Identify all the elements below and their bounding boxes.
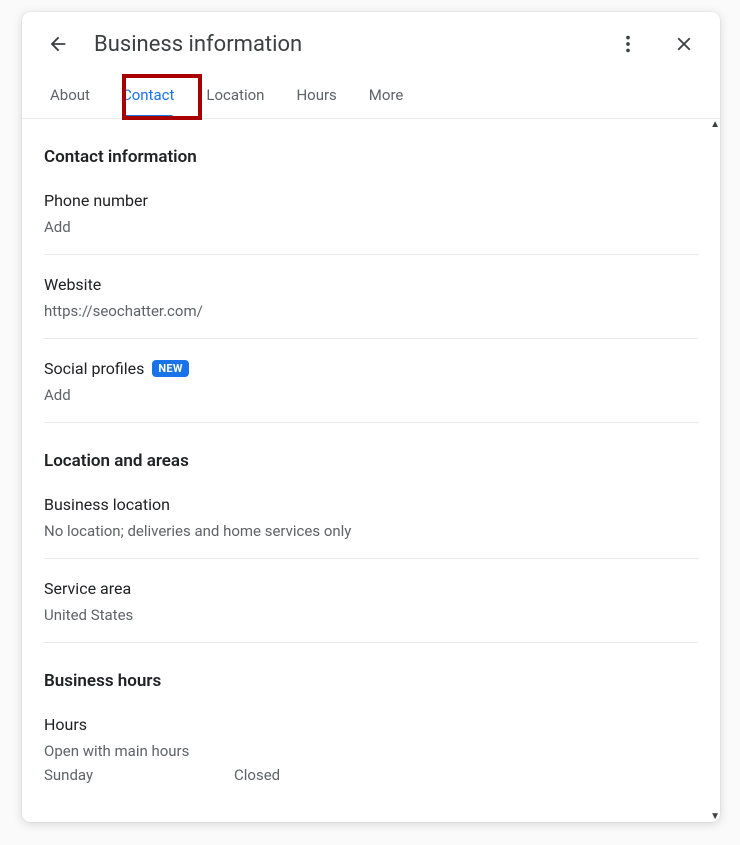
dialog-title: Business information [94, 32, 592, 57]
tab-location[interactable]: Location [190, 72, 280, 118]
tab-more[interactable]: More [353, 72, 420, 118]
field-social-profiles[interactable]: Social profiles NEW Add [44, 355, 698, 423]
field-value: Add [44, 218, 698, 236]
field-value: https://seochatter.com/ [44, 302, 698, 320]
new-badge: NEW [152, 360, 188, 377]
field-phone-number[interactable]: Phone number Add [44, 187, 698, 255]
tab-hours[interactable]: Hours [280, 72, 352, 118]
field-hours[interactable]: Hours Open with main hours Sunday Closed [44, 711, 698, 790]
field-label: Social profiles NEW [44, 359, 698, 378]
tabs-bar: About Contact Location Hours More [22, 72, 720, 119]
section-location-areas-heading: Location and areas [44, 451, 698, 471]
field-value: United States [44, 606, 698, 624]
field-label: Website [44, 275, 698, 294]
field-value: Add [44, 386, 698, 404]
field-website[interactable]: Website https://seochatter.com/ [44, 271, 698, 339]
section-business-hours-heading: Business hours [44, 671, 698, 691]
hours-day: Sunday [44, 766, 234, 784]
hours-status: Closed [234, 766, 698, 784]
field-label: Business location [44, 495, 698, 514]
scroll-up-arrow[interactable]: ▲ [710, 119, 720, 130]
close-icon [673, 33, 695, 55]
field-business-location[interactable]: Business location No location; deliverie… [44, 491, 698, 559]
social-profiles-label: Social profiles [44, 359, 144, 378]
back-button[interactable] [38, 24, 78, 64]
field-value: No location; deliveries and home service… [44, 522, 698, 540]
field-label: Phone number [44, 191, 698, 210]
dialog-header: Business information [22, 12, 720, 72]
field-service-area[interactable]: Service area United States [44, 575, 698, 643]
tab-about[interactable]: About [34, 72, 106, 118]
dialog-content[interactable]: ▲ Contact information Phone number Add W… [22, 119, 720, 822]
scroll-down-arrow[interactable]: ▼ [710, 811, 720, 822]
business-info-dialog: Business information About Contact Locat… [22, 12, 720, 822]
more-options-button[interactable] [608, 24, 648, 64]
close-button[interactable] [664, 24, 704, 64]
tab-contact[interactable]: Contact [106, 72, 190, 118]
more-vert-icon [617, 33, 639, 55]
field-label: Service area [44, 579, 698, 598]
hours-schedule: Sunday Closed [44, 766, 698, 784]
field-value: Open with main hours [44, 742, 698, 760]
field-label: Hours [44, 715, 698, 734]
arrow-back-icon [47, 33, 69, 55]
section-contact-info-heading: Contact information [44, 147, 698, 167]
